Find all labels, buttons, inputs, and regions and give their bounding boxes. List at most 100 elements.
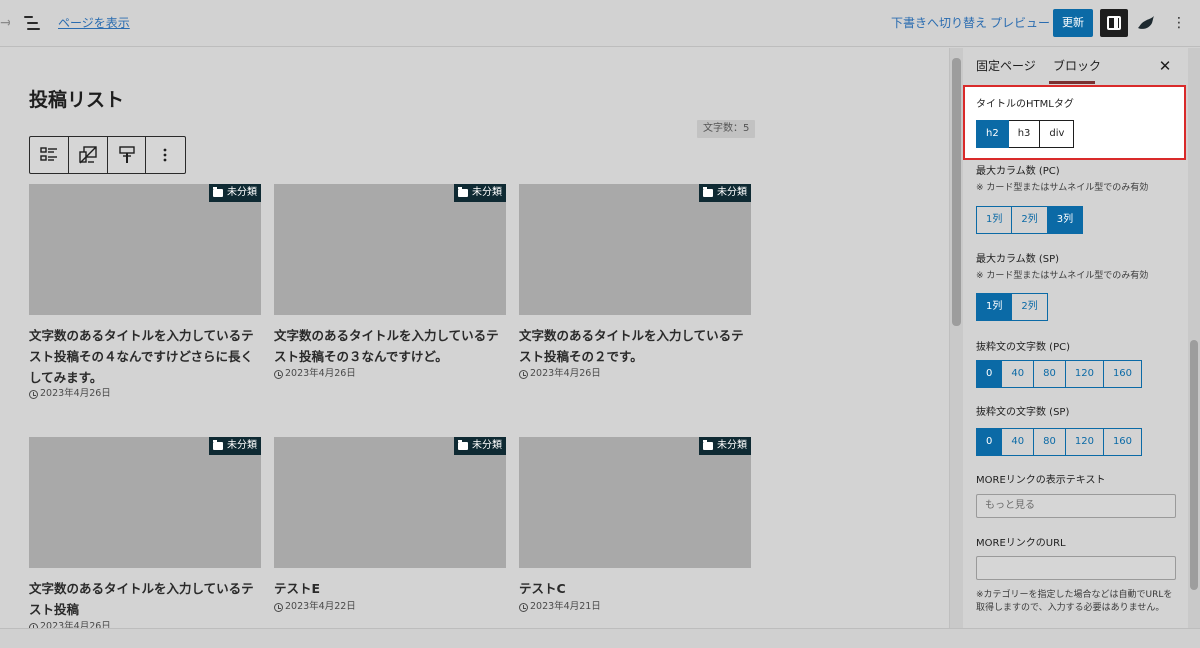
view-page-link[interactable]: ページを表示 [58,14,130,32]
clock-icon [274,602,283,612]
char-count-badge: 文字数：5 [697,120,756,138]
category-badge: 未分類 [454,437,506,455]
editor-scrollbar-thumb[interactable] [952,58,961,326]
clock-icon [29,389,38,399]
max-col-pc-option-1[interactable]: 1列 [976,206,1013,234]
title-tag-options: h2 h3 div [976,120,1075,148]
post-title: 文字数のあるタイトルを入力しているテスト投稿その２です。 [519,328,744,364]
tab-block[interactable]: ブロック [1053,58,1101,74]
excerpt-pc-label: 抜粋文の文字数 (PC) [976,342,1070,353]
editor-scrollbar[interactable] [949,48,963,628]
category-badge: 未分類 [699,184,751,202]
post-date: 2023年4月26日 [274,367,356,381]
excerpt-sp-label: 抜粋文の文字数 (SP) [976,407,1070,418]
more-options-icon[interactable]: ⋮ [1172,14,1186,32]
plugin-logo-icon[interactable] [1136,13,1156,33]
sidebar-scrollbar[interactable] [1188,48,1200,628]
folder-icon [458,187,468,197]
post-title: テストE [274,581,321,596]
vertical-ellipsis-icon [163,148,167,162]
max-col-sp-options: 1列 2列 [976,293,1048,321]
editor-canvas: 投稿リスト 文字数：5 未分類 文字数のあるタイトルを入力しているテスト投稿その… [0,48,948,628]
excerpt-sp-option-80[interactable]: 80 [1034,428,1066,456]
post-date: 2023年4月26日 [519,367,601,381]
sidebar-tabs: 固定ページ ブロック ✕ [963,48,1188,84]
more-text-label: MOREリンクの表示テキスト [976,475,1106,486]
close-icon[interactable]: ✕ [1158,57,1172,75]
category-badge: 未分類 [699,437,751,455]
title-tag-option-h2[interactable]: h2 [976,120,1009,148]
settings-sidebar: 固定ページ ブロック ✕ タイトルのHTMLタグ h2 h3 div 最大カラム… [963,48,1188,628]
more-url-label: MOREリンクのURL [976,538,1066,549]
post-date: 2023年4月22日 [274,600,356,614]
clock-icon [274,369,283,379]
settings-panel-toggle-button[interactable] [1100,9,1128,37]
max-col-pc-options: 1列 2列 3列 [976,206,1084,234]
tab-page[interactable]: 固定ページ [976,58,1036,74]
editor-top-bar: → ページを表示 下書きへ切り替え プレビュー 更新 ⋮ [0,0,1200,47]
post-date: 2023年4月21日 [519,600,601,614]
excerpt-pc-option-160[interactable]: 160 [1103,360,1143,388]
excerpt-pc-option-80[interactable]: 80 [1034,360,1066,388]
paint-roller-icon [118,146,135,163]
folder-icon [213,187,223,197]
block-toolbar [29,136,186,174]
post-date: 2023年4月26日 [29,387,111,401]
more-url-input[interactable] [976,556,1176,580]
excerpt-pc-option-40[interactable]: 40 [1002,360,1035,388]
device-control-button[interactable] [69,137,108,173]
redo-arrow-icon[interactable]: → [0,13,10,33]
post-thumbnail [519,184,751,315]
max-col-sp-option-1[interactable]: 1列 [976,293,1013,321]
sidebar-scrollbar-thumb[interactable] [1190,340,1198,590]
sidebar-toggle-icon [1107,16,1121,30]
title-tag-label: タイトルのHTMLタグ [976,99,1074,110]
max-col-sp-label: 最大カラム数 (SP) [976,254,1060,265]
folder-icon [213,440,223,450]
post-thumbnail [519,437,751,568]
category-badge: 未分類 [454,184,506,202]
category-badge: 未分類 [209,437,261,455]
category-badge: 未分類 [209,184,261,202]
excerpt-pc-options: 0 40 80 120 160 [976,360,1143,388]
folder-icon [703,440,713,450]
excerpt-sp-option-160[interactable]: 160 [1103,428,1143,456]
style-paint-button[interactable] [108,137,147,173]
update-button[interactable]: 更新 [1053,9,1093,37]
post-thumbnail [274,184,506,315]
block-type-button[interactable] [30,137,69,173]
post-title: テストC [519,581,566,596]
excerpt-sp-option-120[interactable]: 120 [1065,428,1104,456]
device-visibility-icon [79,146,97,164]
excerpt-sp-option-0[interactable]: 0 [976,428,1003,456]
more-text-input[interactable]: もっと見る [976,494,1176,518]
max-col-sp-option-2[interactable]: 2列 [1012,293,1048,321]
more-url-note: ※カテゴリーを指定した場合などは自動でURLを取得しますので、入力する必要はあり… [976,590,1173,613]
page-title[interactable]: 投稿リスト [29,86,124,114]
post-thumbnail [29,437,261,568]
folder-icon [703,187,713,197]
max-col-sp-note: ※ カード型またはサムネイル型でのみ有効 [976,271,1149,281]
active-tab-indicator [1049,81,1095,84]
excerpt-pc-option-120[interactable]: 120 [1065,360,1104,388]
list-view-icon[interactable] [24,16,40,30]
post-title: 文字数のあるタイトルを入力しているテスト投稿その４なんですけどさらに長くしてみま… [29,328,254,385]
max-col-pc-label: 最大カラム数 (PC) [976,166,1060,177]
max-col-pc-option-3[interactable]: 3列 [1047,206,1084,234]
clock-icon [519,602,528,612]
title-tag-option-h3[interactable]: h3 [1008,120,1041,148]
excerpt-sp-option-40[interactable]: 40 [1002,428,1035,456]
post-thumbnail [274,437,506,568]
title-tag-section: タイトルのHTMLタグ h2 h3 div [963,85,1186,160]
editor-footer [0,628,1200,648]
switch-to-draft-button[interactable]: 下書きへ切り替え [891,14,987,32]
max-col-pc-option-2[interactable]: 2列 [1012,206,1048,234]
folder-icon [458,440,468,450]
block-more-options-button[interactable] [146,137,185,173]
preview-button[interactable]: プレビュー [990,14,1050,32]
post-title: 文字数のあるタイトルを入力しているテスト投稿 [29,581,254,617]
post-title: 文字数のあるタイトルを入力しているテスト投稿その３なんですけど。 [274,328,499,364]
title-tag-option-div[interactable]: div [1040,120,1075,148]
excerpt-pc-option-0[interactable]: 0 [976,360,1003,388]
post-date: 2023年4月26日 [29,620,111,628]
